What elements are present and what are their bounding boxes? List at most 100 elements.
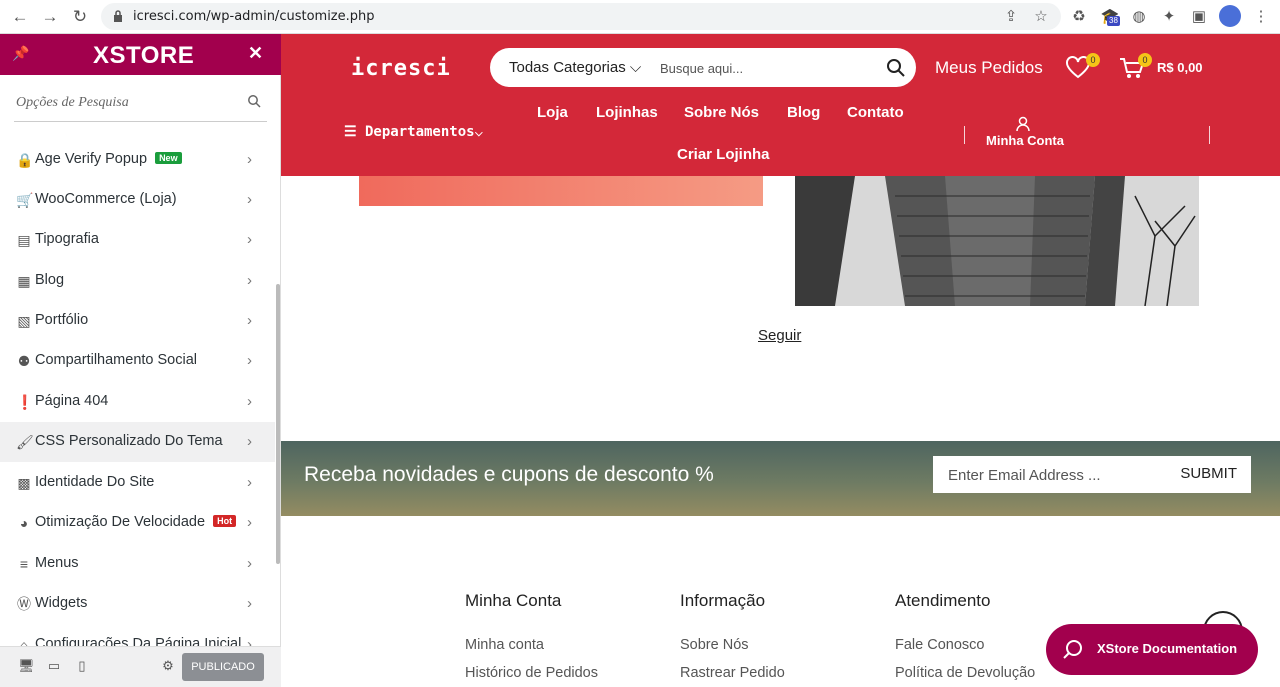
sidebar-item-age-verify[interactable]: 🔒 Age Verify Popup New ›	[0, 140, 275, 180]
identity-icon: ▩	[17, 475, 31, 491]
mobile-preview-icon[interactable]: ▯	[74, 658, 90, 674]
desktop-preview-icon[interactable]: 🖥	[18, 658, 35, 674]
footer-heading: Informação	[680, 591, 766, 610]
sidebar-item-homepage[interactable]: ⌂ Configurações Da Página Inicial ›	[0, 625, 275, 646]
document-icon: ▤	[17, 232, 31, 248]
newsletter-text: Receba novidades e cupons de desconto %	[304, 463, 714, 486]
chevron-down-icon: ⌵	[474, 124, 484, 140]
footer-link[interactable]: Sobre Nós	[680, 637, 749, 653]
site-preview: icresci Todas Categorias ⌵ Meus Pedidos …	[281, 34, 1280, 687]
nav-lojinhas[interactable]: Lojinhas	[596, 104, 658, 121]
menu-icon: ≡	[19, 556, 29, 572]
nav-loja[interactable]: Loja	[537, 104, 568, 121]
grid-icon: ▦	[17, 273, 31, 289]
gear-icon[interactable]: ⚙	[160, 658, 176, 674]
chevron-right-icon: ›	[247, 636, 252, 646]
cart-total: R$ 0,00	[1157, 60, 1203, 75]
sidebar-item-label: Age Verify Popup	[35, 151, 148, 167]
sidebar-item-portfolio[interactable]: ▧ Portfólio ›	[0, 301, 275, 341]
footer-link[interactable]: Política de Devolução	[895, 665, 1035, 681]
chevron-right-icon: ›	[247, 433, 252, 450]
address-bar[interactable]: icresci.com/wp-admin/customize.php ⇪ ☆	[101, 3, 1061, 30]
sidebar-item-blog[interactable]: ▦ Blog ›	[0, 261, 275, 301]
nav-contato[interactable]: Contato	[847, 104, 904, 121]
sidebar-header: 📌 XSTORE ✕	[0, 34, 281, 75]
footer-link[interactable]: Minha conta	[465, 637, 544, 653]
publish-button[interactable]: PUBLICADO	[182, 653, 264, 681]
chevron-right-icon: ›	[247, 393, 252, 410]
follow-link[interactable]: Seguir	[758, 327, 801, 344]
newsletter-bar: Receba novidades e cupons de desconto % …	[281, 441, 1280, 516]
sidebar-item-speed[interactable]: ◕ Otimização De Velocidade Hot ›	[0, 503, 275, 543]
nav-sobre-nos[interactable]: Sobre Nós	[684, 104, 759, 121]
chevron-right-icon: ›	[247, 555, 252, 572]
share-icon[interactable]: ⇪	[1001, 7, 1021, 27]
sidebar-item-label: Configurações Da Página Inicial	[35, 636, 242, 646]
nav-criar-lojinha[interactable]: Criar Lojinha	[677, 146, 770, 163]
pin-icon[interactable]: 📌	[12, 45, 29, 62]
profile-avatar[interactable]	[1219, 5, 1241, 27]
nav-blog[interactable]: Blog	[787, 104, 820, 121]
sidebar-item-woocommerce[interactable]: 🛒 WooCommerce (Loja) ›	[0, 180, 275, 220]
star-icon[interactable]: ☆	[1031, 7, 1051, 27]
forward-arrow-icon[interactable]: →	[39, 6, 61, 28]
xstore-logo: XSTORE	[93, 42, 195, 69]
sidebar-item-label: CSS Personalizado Do Tema	[35, 433, 223, 449]
url-text: icresci.com/wp-admin/customize.php	[133, 9, 375, 24]
chevron-right-icon: ›	[247, 474, 252, 491]
documentation-button[interactable]: XStore Documentation	[1046, 624, 1258, 675]
promo-image	[359, 176, 763, 206]
search-icon	[1063, 640, 1082, 659]
kebab-menu-icon[interactable]: ⋮	[1250, 6, 1272, 28]
sidebar-panel-list: 🔒 Age Verify Popup New › 🛒 WooCommerce (L…	[0, 136, 275, 646]
header-divider	[964, 126, 965, 144]
departments-menu[interactable]: ☰ Departamentos⌵	[344, 124, 483, 140]
browser-toolbar: ← → ↻ icresci.com/wp-admin/customize.php…	[0, 0, 1280, 34]
sidebar-item-404[interactable]: ❗ Página 404 ›	[0, 382, 275, 422]
wishlist-count: 0	[1086, 53, 1100, 67]
footer-link[interactable]: Rastrear Pedido	[680, 665, 785, 681]
orders-link[interactable]: Meus Pedidos	[935, 58, 1043, 78]
globe-icon[interactable]: ◍	[1128, 6, 1150, 28]
sidebar-item-menus[interactable]: ≡ Menus ›	[0, 544, 275, 584]
chevron-right-icon: ›	[247, 151, 252, 168]
tablet-preview-icon[interactable]: ▭	[46, 658, 62, 674]
site-logo[interactable]: icresci	[351, 56, 451, 81]
sidebar-item-custom-css[interactable]: 🖌 CSS Personalizado Do Tema ›	[0, 422, 275, 462]
search-icon[interactable]	[247, 94, 261, 108]
close-icon[interactable]: ✕	[248, 43, 263, 64]
back-arrow-icon[interactable]: ←	[9, 6, 31, 28]
user-icon[interactable]	[1016, 116, 1030, 132]
search-icon[interactable]	[886, 58, 905, 77]
sidebar-item-tipografia[interactable]: ▤ Tipografia ›	[0, 220, 275, 260]
footer-link[interactable]: Fale Conosco	[895, 637, 984, 653]
image-icon: ▧	[17, 313, 31, 329]
building-photo	[795, 176, 1199, 306]
sidebar-item-label: Portfólio	[35, 312, 89, 328]
chevron-right-icon: ›	[247, 191, 252, 208]
sidebar-scrollbar[interactable]	[276, 284, 280, 564]
sidebar-item-site-identity[interactable]: ▩ Identidade Do Site ›	[0, 463, 275, 503]
footer-link[interactable]: Histórico de Pedidos	[465, 665, 598, 681]
sidebar-item-label: Menus	[35, 555, 79, 571]
sidebar-search-input[interactable]	[14, 86, 234, 120]
reload-icon[interactable]: ↻	[69, 6, 91, 28]
sidebar-item-widgets[interactable]: Ⓦ Widgets ›	[0, 584, 275, 624]
newsletter-form: SUBMIT	[933, 456, 1251, 493]
customizer-sidebar: 📌 XSTORE ✕ 🔒 Age Verify Popup New › 🛒 Woo…	[0, 34, 281, 687]
product-search-input[interactable]	[660, 56, 870, 80]
submit-button[interactable]: SUBMIT	[1180, 465, 1237, 482]
recycle-icon[interactable]: ♻	[1068, 6, 1090, 28]
chevron-right-icon: ›	[247, 595, 252, 612]
footer-heading: Minha Conta	[465, 591, 562, 610]
chevron-right-icon: ›	[247, 272, 252, 289]
account-link[interactable]: Minha Conta	[986, 133, 1064, 148]
puzzle-icon[interactable]: ✦	[1158, 6, 1180, 28]
category-select[interactable]: Todas Categorias ⌵	[509, 59, 641, 76]
lock-icon	[114, 10, 122, 22]
sidebar-item-label: Blog	[35, 272, 65, 288]
sidebar-item-social[interactable]: ⚉ Compartilhamento Social ›	[0, 341, 275, 381]
sidepanel-icon[interactable]: ▣	[1188, 6, 1210, 28]
chevron-right-icon: ›	[247, 231, 252, 248]
email-field[interactable]	[948, 464, 1148, 486]
